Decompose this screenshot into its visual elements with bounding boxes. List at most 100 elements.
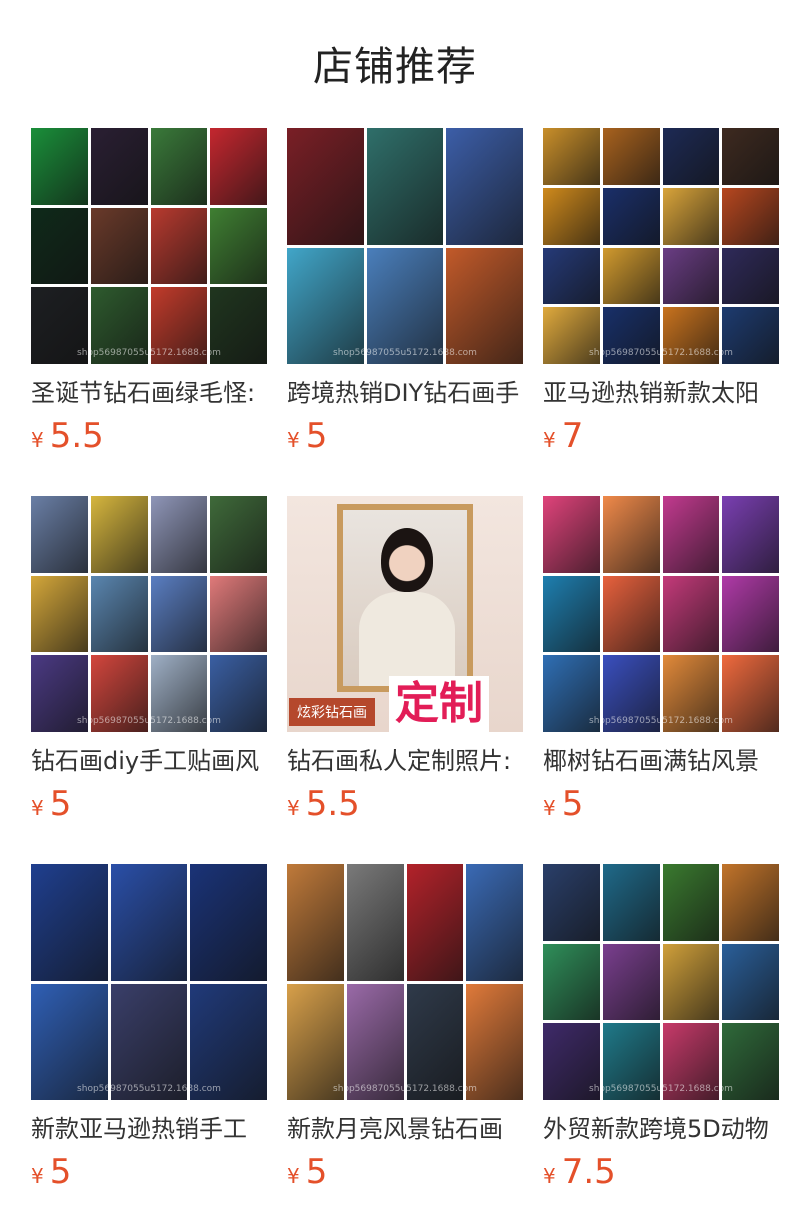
product-name[interactable]: 跨境热销DIY钻石画手 [287,376,523,410]
product-image[interactable]: shop56987055u5172.1688.com [543,128,779,364]
image-tile [31,207,88,285]
image-watermark: shop56987055u5172.1688.com [589,716,733,726]
price-value: 5.5 [49,416,104,456]
product-price: ¥5.5 [31,416,267,456]
image-tile [602,128,660,185]
product-price: ¥5 [31,784,267,824]
promo-tag-label: 炫彩钻石画 [289,698,375,726]
image-tile [366,247,444,364]
product-name[interactable]: 钻石画私人定制照片: [287,744,523,778]
image-tile [150,496,208,573]
product-card[interactable]: shop56987055u5172.1688.com 外贸新款跨境5D动物 ¥7.5 [543,864,779,1232]
image-tile [543,187,600,245]
image-tile [287,247,364,364]
image-tile [150,207,208,285]
product-card[interactable]: 炫彩钻石画 定制钻石画私人定制照片: ¥5.5 [287,496,523,864]
image-tile [346,983,404,1100]
product-name[interactable]: 椰树钻石画满钻风景 [543,744,779,778]
image-tile [722,864,779,941]
image-tile [366,128,444,245]
image-tile [602,864,660,941]
product-image[interactable]: shop56987055u5172.1688.com [287,864,523,1100]
image-tile [543,247,600,305]
currency-symbol: ¥ [31,428,44,452]
image-tile [662,187,720,245]
image-watermark: shop56987055u5172.1688.com [77,716,221,726]
image-tile [90,128,148,205]
product-name[interactable]: 圣诞节钻石画绿毛怪: [31,376,267,410]
currency-symbol: ¥ [543,796,556,820]
currency-symbol: ¥ [543,428,556,452]
image-tile [406,864,464,981]
price-value: 7 [561,416,584,456]
product-image[interactable]: shop56987055u5172.1688.com [31,496,267,732]
image-tile [722,575,779,653]
product-card[interactable]: shop56987055u5172.1688.com 新款亚马逊热销手工 ¥5 [31,864,267,1232]
image-tile [190,983,267,1100]
product-image[interactable]: shop56987055u5172.1688.com [543,496,779,732]
image-tile [446,247,523,364]
product-price: ¥5 [543,784,779,824]
product-card[interactable]: shop56987055u5172.1688.com 椰树钻石画满钻风景 ¥5 [543,496,779,864]
image-tile [543,128,600,185]
image-tile [602,496,660,573]
product-name[interactable]: 钻石画diy手工贴画风 [31,744,267,778]
image-tile [90,575,148,653]
product-name[interactable]: 新款亚马逊热销手工 [31,1112,267,1146]
image-tile [662,496,720,573]
image-tile [722,943,779,1021]
product-card[interactable]: shop56987055u5172.1688.com 跨境热销DIY钻石画手 ¥5 [287,128,523,496]
promo-tag-custom: 定制 [389,676,489,732]
portrait-body [359,592,455,686]
currency-symbol: ¥ [31,1164,44,1188]
image-tile [346,864,404,981]
image-tile [90,207,148,285]
product-image[interactable]: shop56987055u5172.1688.com [287,128,523,364]
product-price: ¥5 [31,1152,267,1192]
image-tile [190,864,267,981]
image-tile [150,128,208,205]
image-tile [31,575,88,653]
currency-symbol: ¥ [31,796,44,820]
price-value: 5 [305,416,328,456]
image-tile [287,983,344,1100]
image-tile [662,247,720,305]
product-image[interactable]: 炫彩钻石画 定制 [287,496,523,732]
image-tile [31,496,88,573]
price-value: 5 [49,1152,72,1192]
image-tile [543,496,600,573]
image-tile [602,247,660,305]
portrait [381,528,433,592]
price-value: 7.5 [561,1152,616,1192]
image-tile [287,864,344,981]
image-tile [543,943,600,1021]
image-watermark: shop56987055u5172.1688.com [333,1084,477,1094]
currency-symbol: ¥ [287,428,300,452]
product-price: ¥7.5 [543,1152,779,1192]
product-price: ¥5.5 [287,784,523,824]
product-card[interactable]: shop56987055u5172.1688.com 亚马逊热销新款太阳 ¥7 [543,128,779,496]
photo-frame [337,504,473,692]
image-tile [722,496,779,573]
image-watermark: shop56987055u5172.1688.com [333,348,477,358]
image-tile [110,864,188,981]
product-card[interactable]: shop56987055u5172.1688.com 新款月亮风景钻石画 ¥5 [287,864,523,1232]
product-name[interactable]: 外贸新款跨境5D动物 [543,1112,779,1146]
image-tile [543,575,600,653]
product-image[interactable]: shop56987055u5172.1688.com [543,864,779,1100]
image-tile [466,864,523,981]
product-name[interactable]: 亚马逊热销新款太阳 [543,376,779,410]
image-tile [446,128,523,245]
image-tile [722,128,779,185]
image-watermark: shop56987055u5172.1688.com [589,348,733,358]
currency-symbol: ¥ [287,1164,300,1188]
image-tile [210,575,267,653]
product-card[interactable]: shop56987055u5172.1688.com 钻石画diy手工贴画风 ¥5 [31,496,267,864]
image-tile [543,864,600,941]
product-card[interactable]: shop56987055u5172.1688.com 圣诞节钻石画绿毛怪: ¥5.5 [31,128,267,496]
image-tile [90,496,148,573]
product-image[interactable]: shop56987055u5172.1688.com [31,864,267,1100]
image-tile [662,128,720,185]
product-image[interactable]: shop56987055u5172.1688.com [31,128,267,364]
product-name[interactable]: 新款月亮风景钻石画 [287,1112,523,1146]
